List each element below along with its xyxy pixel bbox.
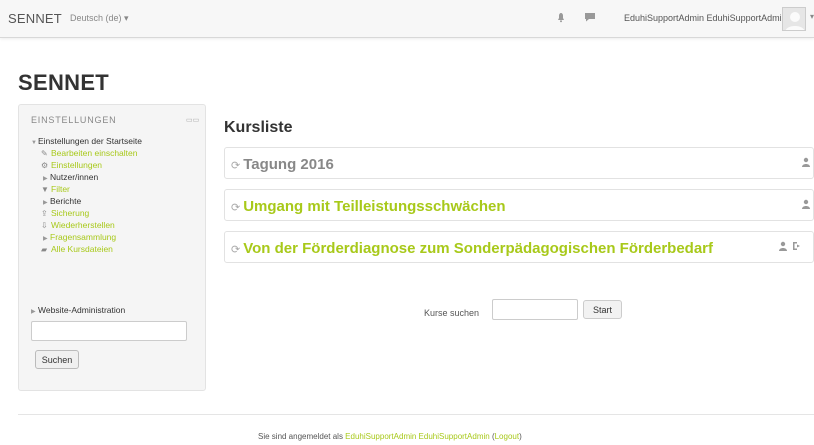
filter-icon: ▼ [41, 185, 49, 194]
pencil-icon: ✎ [41, 149, 48, 158]
course-spinner-icon: ⟳ [231, 202, 241, 214]
language-menu[interactable]: Deutsch (de) ▾ [70, 13, 129, 24]
course-search-label: Kurse suchen [424, 308, 480, 318]
course-spinner-icon: ⟳ [231, 244, 241, 256]
course-box: ⟳ Umgang mit Teilleistungsschwächen [224, 189, 814, 221]
course-link[interactable]: ⟳ Tagung 2016 [231, 156, 334, 173]
course-spinner-icon: ⟳ [231, 160, 241, 172]
restore-icon: ⇩ [41, 221, 48, 230]
login-info: Sie sind angemeldet als EduhiSupportAdmi… [258, 432, 522, 441]
top-navbar: SENNET Deutsch (de) ▾ EduhiSupportAdmin … [0, 0, 814, 38]
teacher-icon[interactable] [778, 241, 788, 251]
user-menu-name[interactable]: EduhiSupportAdmin EduhiSupportAdmin [624, 13, 787, 23]
tree-item-berichte[interactable]: ▶ Berichte [43, 196, 81, 208]
footer-divider [18, 414, 814, 415]
expanded-triangle-icon: ▼ [31, 140, 37, 146]
collapsed-triangle-icon: ▶ [31, 309, 36, 315]
course-box: ⟳ Tagung 2016 [224, 147, 814, 179]
notification-icon[interactable] [555, 11, 567, 23]
collapsed-triangle-icon: ▶ [43, 236, 48, 242]
gear-icon: ⚙ [41, 161, 49, 170]
block-dock-icon[interactable]: ▭▭ [186, 116, 200, 124]
collapsed-triangle-icon: ▶ [43, 200, 48, 206]
backup-icon: ⇪ [41, 209, 48, 218]
user-menu-caret[interactable]: ▾ [810, 12, 814, 21]
logout-link[interactable]: Logout [495, 432, 519, 441]
message-icon[interactable] [584, 11, 596, 23]
course-link[interactable]: ⟳ Von der Förderdiagnose zum Sonderpädago… [231, 240, 713, 257]
user-avatar[interactable] [782, 7, 806, 31]
site-brand-link[interactable]: SENNET [8, 11, 62, 26]
teacher-icon[interactable] [801, 199, 811, 209]
tree-item-wiederherstellen[interactable]: ⇩ Wiederherstellen [41, 220, 115, 231]
course-search-button[interactable]: Start [583, 300, 622, 319]
course-link[interactable]: ⟳ Umgang mit Teilleistungsschwächen [231, 198, 506, 215]
tree-item-bearbeiten[interactable]: ✎ Bearbeiten einschalten [41, 148, 137, 159]
avatar-icon [785, 12, 805, 30]
tree-item-fragensammlung[interactable]: ▶ Fragensammlung [43, 232, 116, 244]
course-list-title: Kursliste [224, 119, 293, 136]
tree-item-website-admin[interactable]: ▶ Website-Administration [31, 305, 125, 317]
settings-search-input[interactable] [31, 321, 187, 341]
enrol-icon[interactable] [792, 241, 802, 251]
settings-block: EINSTELLUNGEN ▭▭ ▼Einstellungen der Star… [18, 104, 206, 391]
settings-search-button[interactable]: Suchen [35, 350, 79, 369]
tree-item-nutzer[interactable]: ▶ Nutzer/innen [43, 172, 98, 184]
page-title: SENNET [18, 70, 110, 95]
tree-item-filter[interactable]: ▼ Filter [41, 184, 70, 195]
block-title: EINSTELLUNGEN [31, 115, 117, 125]
collapsed-triangle-icon: ▶ [43, 176, 48, 182]
folder-icon: ▰ [41, 245, 48, 254]
teacher-icon[interactable] [801, 157, 811, 167]
tree-item-einstellungen[interactable]: ⚙ Einstellungen [41, 160, 102, 171]
course-box: ⟳ Von der Förderdiagnose zum Sonderpädago… [224, 231, 814, 263]
tree-item-kursdateien[interactable]: ▰ Alle Kursdateien [41, 244, 113, 255]
profile-link[interactable]: EduhiSupportAdmin EduhiSupportAdmin [345, 432, 490, 441]
course-search-input[interactable] [492, 299, 578, 320]
tree-item-startseite[interactable]: ▼Einstellungen der Startseite [31, 136, 142, 148]
tree-item-sicherung[interactable]: ⇪ Sicherung [41, 208, 89, 219]
